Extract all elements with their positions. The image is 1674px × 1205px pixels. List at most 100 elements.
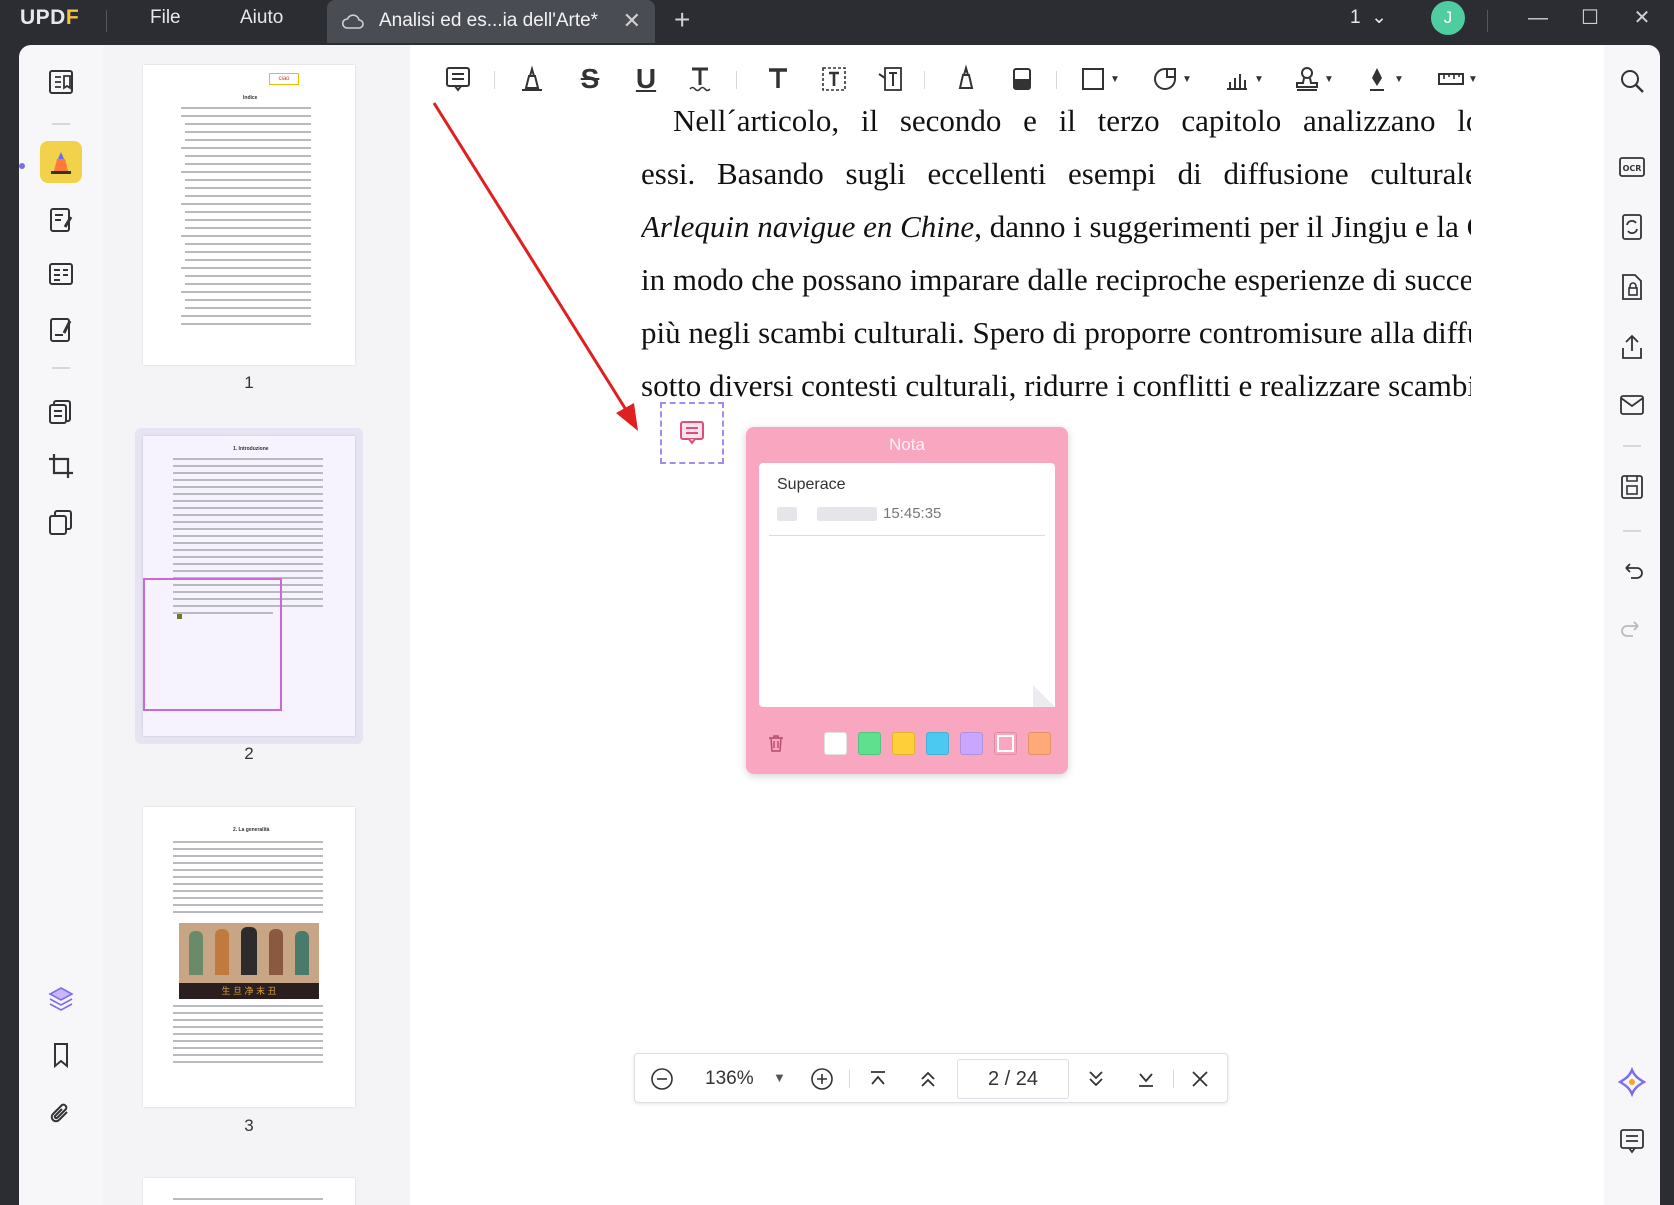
bookmark-icon[interactable]: [40, 1034, 82, 1076]
color-swatch-yellow[interactable]: [892, 732, 915, 755]
organize-pages-icon[interactable]: [40, 391, 82, 433]
toc-title: Indice: [243, 95, 258, 101]
layers-icon[interactable]: [40, 978, 82, 1020]
divider: [769, 535, 1045, 536]
attachment-icon[interactable]: [40, 1093, 82, 1135]
right-sidebar: OCR: [1604, 45, 1660, 1205]
cloud-icon: [341, 14, 364, 29]
image-caption: 生 旦 净 末 丑: [179, 983, 319, 999]
page-thumbnail-1[interactable]: ciao Indice: [143, 65, 355, 365]
email-icon[interactable]: [1617, 390, 1647, 420]
divider: [52, 123, 70, 125]
sticky-note-marker[interactable]: [660, 402, 724, 464]
text-line-6: sotto diversi contesti culturali, ridurr…: [641, 368, 1471, 403]
close-tab-icon[interactable]: ✕: [623, 8, 641, 34]
squiggly-icon[interactable]: [682, 61, 718, 97]
save-icon[interactable]: [1617, 472, 1647, 502]
sign-icon[interactable]: [40, 309, 82, 351]
comment-mode-icon[interactable]: [40, 141, 82, 183]
note-content-area[interactable]: Superace 15:45:35: [759, 463, 1055, 707]
zoom-level[interactable]: 136%: [705, 1068, 754, 1090]
pencil-icon[interactable]: [948, 61, 984, 97]
active-indicator: [19, 163, 25, 169]
comments-list-icon[interactable]: [1617, 1126, 1647, 1156]
share-icon[interactable]: [1617, 332, 1647, 362]
crop-icon[interactable]: [40, 445, 82, 487]
zoom-out-icon[interactable]: [647, 1064, 677, 1094]
redo-icon[interactable]: [1617, 614, 1647, 644]
page-fold: [1033, 685, 1055, 707]
menu-file[interactable]: File: [150, 7, 181, 29]
page-thumbnail-3[interactable]: 2. La generalità 生 旦 净 末 丑: [143, 807, 355, 1107]
divider: [1623, 445, 1641, 447]
close-zoom-bar-icon[interactable]: [1185, 1064, 1215, 1094]
page-thumbnail-2[interactable]: 1. Introduzione: [143, 436, 355, 736]
title-bar: UPDF File Aiuto Analisi ed es...ia dell'…: [0, 0, 1674, 43]
protect-icon[interactable]: [1617, 272, 1647, 302]
form-icon[interactable]: [40, 253, 82, 295]
color-swatch-green[interactable]: [858, 732, 881, 755]
thumb-heading: 2. La generalità: [233, 827, 270, 833]
measure-chart-icon[interactable]: ▼: [1220, 61, 1266, 97]
maximize-icon[interactable]: ☐: [1570, 1, 1610, 35]
edit-pdf-icon[interactable]: [40, 199, 82, 241]
app-logo[interactable]: UPDF: [20, 6, 79, 30]
viewport-rectangle[interactable]: [143, 578, 282, 711]
new-tab-icon[interactable]: +: [674, 4, 690, 36]
left-sidebar: [19, 45, 103, 1205]
divider: [736, 71, 737, 89]
convert-icon[interactable]: [1617, 212, 1647, 242]
avatar[interactable]: J: [1431, 1, 1465, 35]
reader-mode-icon[interactable]: [40, 61, 82, 103]
highlight-icon[interactable]: [514, 61, 550, 97]
text-box-icon[interactable]: [816, 61, 852, 97]
color-swatch-orange[interactable]: [1028, 732, 1051, 755]
divider: [52, 367, 70, 369]
color-swatch-white[interactable]: [824, 732, 847, 755]
next-page-icon[interactable]: [1081, 1064, 1111, 1094]
minimize-icon[interactable]: —: [1518, 1, 1558, 35]
svg-text:OCR: OCR: [1623, 164, 1642, 173]
text-callout-icon[interactable]: [872, 61, 908, 97]
strikethrough-icon[interactable]: S: [572, 61, 608, 97]
sticker-icon[interactable]: ▼: [1148, 61, 1194, 97]
color-swatch-purple[interactable]: [960, 732, 983, 755]
document-tab[interactable]: Analisi ed es...ia dell'Arte* ✕: [327, 0, 655, 43]
text-line-4: in modo che possano imparare dalle recip…: [641, 262, 1471, 297]
zoom-in-icon[interactable]: [807, 1064, 837, 1094]
menu-help[interactable]: Aiuto: [240, 7, 283, 29]
window-page-indicator[interactable]: 1 ⌄: [1350, 6, 1387, 29]
text-line-3-rest: , danno i suggerimenti per il Jingju e l…: [974, 209, 1471, 244]
ocr-icon[interactable]: OCR: [1617, 152, 1647, 182]
eraser-icon[interactable]: [1004, 61, 1040, 97]
color-swatch-blue[interactable]: [926, 732, 949, 755]
first-page-icon[interactable]: [863, 1064, 893, 1094]
divider: [849, 1070, 850, 1088]
page-number-2: 2: [244, 744, 254, 763]
search-icon[interactable]: [1617, 66, 1647, 96]
page-thumbnail-4[interactable]: [143, 1178, 355, 1205]
trash-icon[interactable]: [766, 733, 786, 753]
stamp-icon[interactable]: ▼: [1290, 61, 1336, 97]
document-page-text: Nell´articolo, il secondo e il terzo cap…: [641, 103, 1471, 483]
zoom-dropdown-icon[interactable]: ▼: [773, 1070, 786, 1085]
blurred-date: [777, 506, 797, 521]
close-window-icon[interactable]: ✕: [1622, 1, 1662, 35]
color-swatch-pink[interactable]: [994, 732, 1017, 755]
page-number-input[interactable]: 2 / 24: [957, 1059, 1069, 1099]
shape-tool-icon[interactable]: ▼: [1076, 61, 1122, 97]
page-number-1: 1: [244, 373, 254, 392]
copy-pages-icon[interactable]: [40, 501, 82, 543]
ai-assistant-icon[interactable]: [1617, 1066, 1647, 1098]
italic-title: Arlequin navigue en Chine: [641, 209, 975, 244]
previous-page-icon[interactable]: [913, 1064, 943, 1094]
ruler-icon[interactable]: ▼: [1430, 61, 1484, 97]
signature-pen-icon[interactable]: ▼: [1360, 61, 1406, 97]
text-box-annotation: ciao: [269, 73, 299, 85]
underline-icon[interactable]: U: [628, 61, 664, 97]
undo-icon[interactable]: [1617, 556, 1647, 586]
last-page-icon[interactable]: [1131, 1064, 1161, 1094]
text-comment-icon[interactable]: [760, 61, 796, 97]
divider: [1623, 530, 1641, 532]
sticky-note-icon[interactable]: [440, 61, 476, 97]
